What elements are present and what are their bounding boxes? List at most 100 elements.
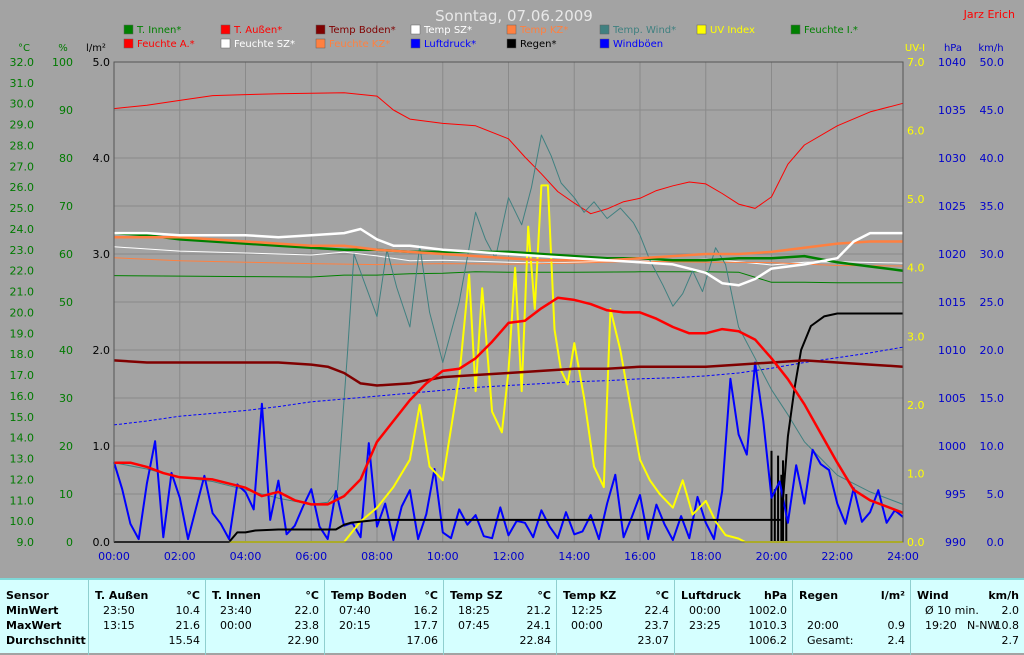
tick-rain: 4.0 bbox=[93, 152, 111, 165]
legend-label: T. Innen* bbox=[136, 25, 181, 36]
stats-row: 1006.2 bbox=[675, 633, 792, 648]
tick-celsius: 11.0 bbox=[10, 494, 35, 507]
stats-row: 13:15 21.6 bbox=[89, 618, 205, 633]
legend-swatch bbox=[410, 38, 421, 49]
legend-swatch bbox=[790, 24, 801, 35]
stats-time: 18:25 bbox=[458, 604, 490, 617]
legend-label: Feuchte A.* bbox=[137, 39, 195, 50]
stats-column: Temp SZ °C 18:25 21.2 07:45 24.1 22.84 bbox=[443, 580, 556, 655]
tick-celsius: 9.0 bbox=[17, 536, 35, 549]
stats-row: 22.84 bbox=[444, 633, 556, 648]
tick-percent: 0 bbox=[66, 536, 73, 549]
tick-wind: 0.0 bbox=[987, 536, 1005, 549]
stats-row: 00:00 1002.0 bbox=[675, 603, 792, 618]
tick-wind: 20.0 bbox=[980, 344, 1005, 357]
tick-celsius: 21.0 bbox=[10, 286, 35, 299]
stats-row bbox=[793, 603, 910, 618]
stats-row: 19:20 N-NW 10.8 bbox=[911, 618, 1024, 633]
stats-value: 22.84 bbox=[519, 634, 552, 647]
tick-time: 14:00 bbox=[558, 550, 590, 563]
stats-row: Ø 10 min. 2.0 bbox=[911, 603, 1024, 618]
tick-uv: 2.0 bbox=[907, 399, 925, 412]
tick-celsius: 19.0 bbox=[10, 327, 35, 340]
tick-wind: 5.0 bbox=[987, 488, 1005, 501]
legend-label: Feuchte KZ* bbox=[329, 39, 390, 50]
tick-time: 16:00 bbox=[624, 550, 656, 563]
stats-value: 1010.3 bbox=[748, 619, 788, 632]
stats-row: 07:45 24.1 bbox=[444, 618, 556, 633]
stats-row: 23:40 22.0 bbox=[206, 603, 324, 618]
tick-time: 18:00 bbox=[690, 550, 722, 563]
tick-time: 24:00 bbox=[887, 550, 919, 563]
stats-header-name: Luftdruck bbox=[681, 589, 741, 602]
tick-time: 22:00 bbox=[821, 550, 853, 563]
tick-celsius: 10.0 bbox=[10, 515, 35, 528]
tick-celsius: 16.0 bbox=[10, 390, 35, 403]
tick-celsius: 32.0 bbox=[10, 56, 35, 69]
stats-row: 18:25 21.2 bbox=[444, 603, 556, 618]
tick-celsius: 23.0 bbox=[10, 244, 35, 257]
chart-title: Sonntag, 07.06.2009 bbox=[435, 7, 593, 25]
tick-uv: 5.0 bbox=[907, 193, 925, 206]
tick-rain: 1.0 bbox=[93, 440, 111, 453]
stats-header-unit: km/h bbox=[988, 589, 1019, 602]
legend-swatch bbox=[220, 38, 231, 49]
tick-percent: 40 bbox=[59, 344, 73, 357]
stats-header: Luftdruck hPa bbox=[675, 588, 792, 603]
stats-header-unit: °C bbox=[537, 589, 551, 602]
legend-swatch bbox=[599, 24, 610, 35]
stats-value: 1002.0 bbox=[748, 604, 788, 617]
tick-celsius: 26.0 bbox=[10, 181, 35, 194]
legend-swatch bbox=[410, 24, 421, 35]
stats-value: 21.2 bbox=[526, 604, 552, 617]
tick-wind: 10.0 bbox=[980, 440, 1005, 453]
stats-header-name: T. Innen bbox=[212, 589, 261, 602]
stats-time: 00:00 bbox=[689, 604, 721, 617]
stats-header-unit: hPa bbox=[763, 589, 787, 602]
tick-celsius: 25.0 bbox=[10, 202, 35, 215]
tick-celsius: 24.0 bbox=[10, 223, 35, 236]
tick-wind: 25.0 bbox=[980, 296, 1005, 309]
tick-pressure: 1020 bbox=[938, 248, 966, 261]
stats-header-unit: l/m² bbox=[880, 589, 905, 602]
stats-row: 12:25 22.4 bbox=[557, 603, 674, 618]
stats-row: 15.54 bbox=[89, 633, 205, 648]
stats-row: 23.07 bbox=[557, 633, 674, 648]
tick-pressure: 1010 bbox=[938, 344, 966, 357]
tick-time: 10:00 bbox=[427, 550, 459, 563]
stats-column: T. Innen °C 23:40 22.0 00:00 23.8 22.90 bbox=[205, 580, 324, 655]
tick-wind: 45.0 bbox=[980, 104, 1005, 117]
stats-time: 07:45 bbox=[458, 619, 490, 632]
tick-wind: 40.0 bbox=[980, 152, 1005, 165]
legend-swatch bbox=[123, 38, 134, 49]
tick-rain: 3.0 bbox=[93, 248, 111, 261]
tick-percent: 100 bbox=[52, 56, 73, 69]
stats-time: 12:25 bbox=[571, 604, 603, 617]
unit-wind: km/h bbox=[978, 43, 1003, 54]
stats-row: 07:40 16.2 bbox=[325, 603, 443, 618]
stats-row: MinWert bbox=[0, 603, 88, 618]
tick-celsius: 15.0 bbox=[10, 411, 35, 424]
stats-header: T. Außen °C bbox=[89, 588, 205, 603]
tick-pressure: 1035 bbox=[938, 104, 966, 117]
tick-rain: 0.0 bbox=[93, 536, 111, 549]
stats-time: 23:25 bbox=[689, 619, 721, 632]
tick-pressure: 1025 bbox=[938, 200, 966, 213]
unit-pressure: hPa bbox=[944, 43, 962, 54]
stats-row: MaxWert bbox=[0, 618, 88, 633]
stats-row: 2.7 bbox=[911, 633, 1024, 648]
unit-percent: % bbox=[58, 43, 68, 54]
stats-time: 20:15 bbox=[339, 619, 371, 632]
stats-header: Wind km/h bbox=[911, 588, 1024, 603]
stats-header-unit: °C bbox=[655, 589, 669, 602]
tick-time: 02:00 bbox=[164, 550, 196, 563]
tick-celsius: 27.0 bbox=[10, 160, 35, 173]
stats-time: 19:20 bbox=[925, 619, 957, 632]
tick-celsius: 22.0 bbox=[10, 265, 35, 278]
stats-value: 15.54 bbox=[168, 634, 201, 647]
tick-pressure: 1030 bbox=[938, 152, 966, 165]
stats-header-name: Temp KZ bbox=[563, 589, 617, 602]
stats-row: 00:00 23.7 bbox=[557, 618, 674, 633]
tick-wind: 35.0 bbox=[980, 200, 1005, 213]
tick-rain: 5.0 bbox=[93, 56, 111, 69]
